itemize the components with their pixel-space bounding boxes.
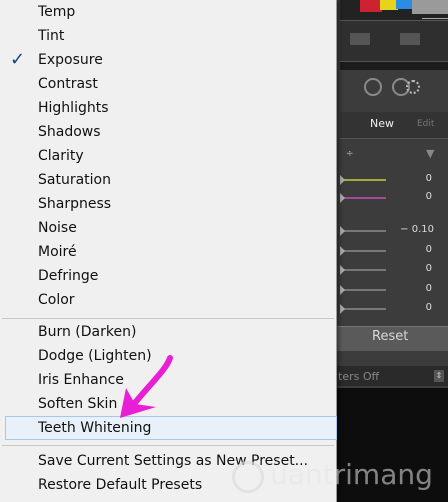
menu-item-sharpness[interactable]: Sharpness (2, 193, 335, 215)
edit-mask-button[interactable]: Edit (417, 119, 434, 129)
shadows-slider[interactable]: 0 (340, 283, 448, 296)
tool-indicator-line (422, 18, 448, 19)
spot-removal-icon[interactable] (364, 78, 382, 96)
menu-item-exposure[interactable]: ✓ Exposure (2, 49, 335, 71)
watermark-logo-icon (232, 461, 264, 493)
menu-item-label: Dodge (Lighten) (38, 348, 152, 364)
tool-strip (340, 70, 448, 106)
menu-item-label: Burn (Darken) (38, 324, 137, 340)
menu-item-soften-skin[interactable]: Soften Skin (2, 393, 335, 415)
menu-separator (2, 318, 334, 319)
panel-divider (340, 62, 448, 70)
menu-item-iris-enhance[interactable]: Iris Enhance (2, 369, 335, 391)
menu-item-label: Restore Default Presets (38, 477, 203, 493)
menu-item-label: Tint (38, 28, 65, 44)
effect-context-menu: Temp Tint ✓ Exposure Contrast Highlights Shado… (0, 0, 337, 502)
menu-item-label: Soften Skin (38, 396, 118, 412)
select-arrows-icon: ÷ (346, 149, 354, 159)
menu-item-label: Clarity (38, 148, 84, 164)
menu-item-moir[interactable]: Moiré (2, 241, 335, 263)
menu-item-label: Noise (38, 220, 77, 236)
adjustment-brush-icon[interactable] (406, 80, 420, 94)
toolbar-block (350, 33, 370, 45)
reset-button[interactable]: Reset (372, 329, 408, 344)
menu-item-label: Contrast (38, 76, 98, 92)
menu-item-shadows[interactable]: Shadows (2, 121, 335, 143)
menu-item-burn-darken[interactable]: Burn (Darken) (2, 321, 335, 343)
menu-item-highlights[interactable]: Highlights (2, 97, 335, 119)
new-mask-button[interactable]: New (370, 117, 394, 130)
menu-item-label: Defringe (38, 268, 99, 284)
menu-item-label: Teeth Whitening (38, 420, 152, 436)
clarity-slider[interactable]: 0 (340, 302, 448, 315)
menu-item-clarity[interactable]: Clarity (2, 145, 335, 167)
effect-select[interactable]: ÷ ▼ (340, 146, 448, 166)
menu-item-defringe[interactable]: Defringe (2, 265, 335, 287)
menu-item-label: Temp (38, 4, 76, 20)
menu-item-label: Iris Enhance (38, 372, 124, 388)
exposure-slider[interactable]: − 0.10 (340, 224, 448, 237)
menu-separator (2, 445, 334, 446)
menu-item-label: Shadows (38, 124, 101, 140)
toolbar-block (400, 33, 420, 45)
menu-item-label: Exposure (38, 52, 103, 68)
contrast-slider[interactable]: 0 (340, 244, 448, 257)
watermark: uantrimang (232, 458, 448, 502)
menu-item-temp[interactable]: Temp (2, 1, 335, 23)
checkmark-icon: ✓ (10, 49, 26, 70)
temp-slider[interactable]: 0 (340, 173, 448, 186)
menu-item-noise[interactable]: Noise (2, 217, 335, 239)
menu-item-contrast[interactable]: Contrast (2, 73, 335, 95)
menu-item-color[interactable]: Color (2, 289, 335, 311)
chevron-down-icon: ▼ (426, 147, 435, 160)
menu-item-label: Color (38, 292, 75, 308)
menu-item-saturation[interactable]: Saturation (2, 169, 335, 191)
watermark-text: uantrimang (270, 458, 433, 491)
filters-label: ters Off (338, 370, 380, 383)
menu-item-label: Saturation (38, 172, 111, 188)
highlights-slider[interactable]: 0 (340, 263, 448, 276)
menu-item-teeth-whitening[interactable]: Teeth Whitening (5, 416, 337, 440)
tint-slider[interactable]: 0 (340, 191, 448, 204)
menu-item-dodge-lighten[interactable]: Dodge (Lighten) (2, 345, 335, 367)
menu-item-tint[interactable]: Tint (2, 25, 335, 47)
histogram (340, 0, 448, 20)
menu-item-label: Sharpness (38, 196, 112, 212)
menu-item-label: Highlights (38, 100, 109, 116)
panel-toolbar (340, 20, 448, 62)
filters-dropdown-icon[interactable]: ⇕ (434, 370, 444, 382)
menu-item-label: Moiré (38, 244, 77, 260)
